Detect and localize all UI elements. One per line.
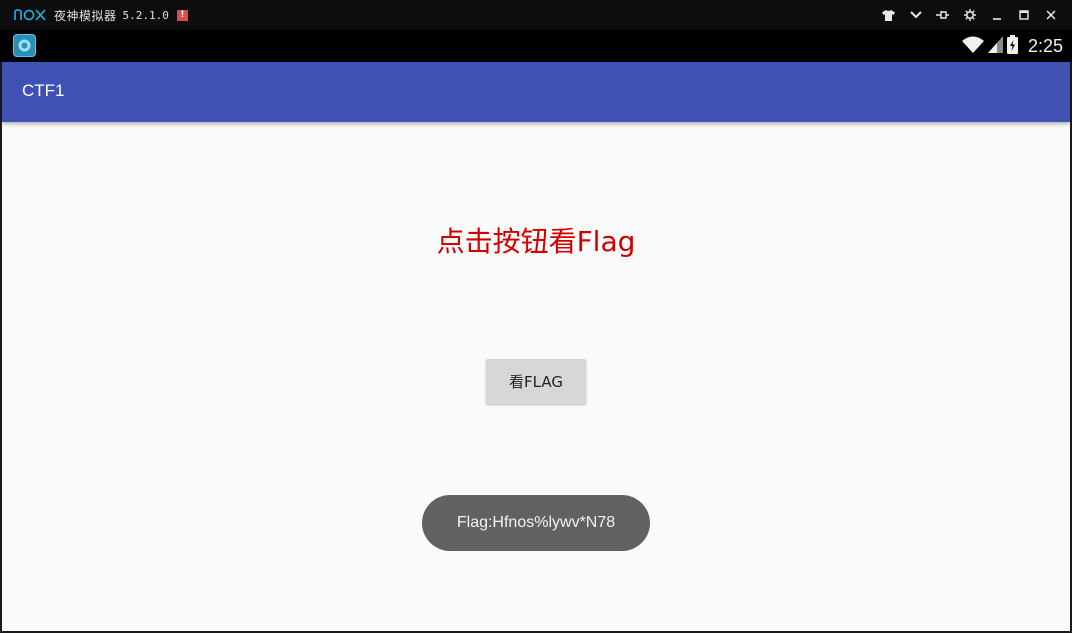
status-time: 2:25	[1027, 35, 1063, 56]
alert-badge[interactable]: !	[176, 9, 188, 21]
battery-charging-icon	[1006, 34, 1018, 58]
emulator-version: 5.2.1.0	[122, 8, 169, 22]
pin-icon[interactable]	[929, 0, 956, 30]
flag-toast: Flag:Hfnos%lywv*N78	[422, 495, 650, 551]
action-bar: CTF1	[2, 62, 1070, 122]
view-flag-button[interactable]: 看FLAG	[486, 359, 586, 404]
emulator-name: 夜神模拟器	[54, 8, 117, 23]
signal-icon	[987, 35, 1003, 57]
toast-message: Flag:Hfnos%lywv*N78	[456, 514, 616, 531]
emulator-title-bar: 夜神模拟器 5.2.1.0 !	[0, 0, 1072, 30]
maximize-icon[interactable]	[1010, 0, 1037, 30]
app-notification-icon	[13, 34, 36, 57]
close-icon[interactable]	[1037, 0, 1064, 30]
settings-icon[interactable]	[956, 0, 983, 30]
app-screen: CTF1 点击按钮看Flag 看FLAG Flag:Hfnos%lywv*N78	[0, 62, 1072, 633]
chevron-down-icon[interactable]	[902, 0, 929, 30]
shirt-icon[interactable]	[875, 0, 902, 30]
android-status-bar: 2:25	[0, 30, 1072, 62]
wifi-icon	[961, 36, 984, 57]
minimize-icon[interactable]	[983, 0, 1010, 30]
instruction-text: 点击按钮看Flag	[436, 225, 636, 258]
app-title: CTF1	[22, 81, 65, 100]
window-controls	[875, 0, 1064, 30]
nox-logo	[14, 7, 46, 23]
status-icons: 2:25	[961, 30, 1063, 62]
